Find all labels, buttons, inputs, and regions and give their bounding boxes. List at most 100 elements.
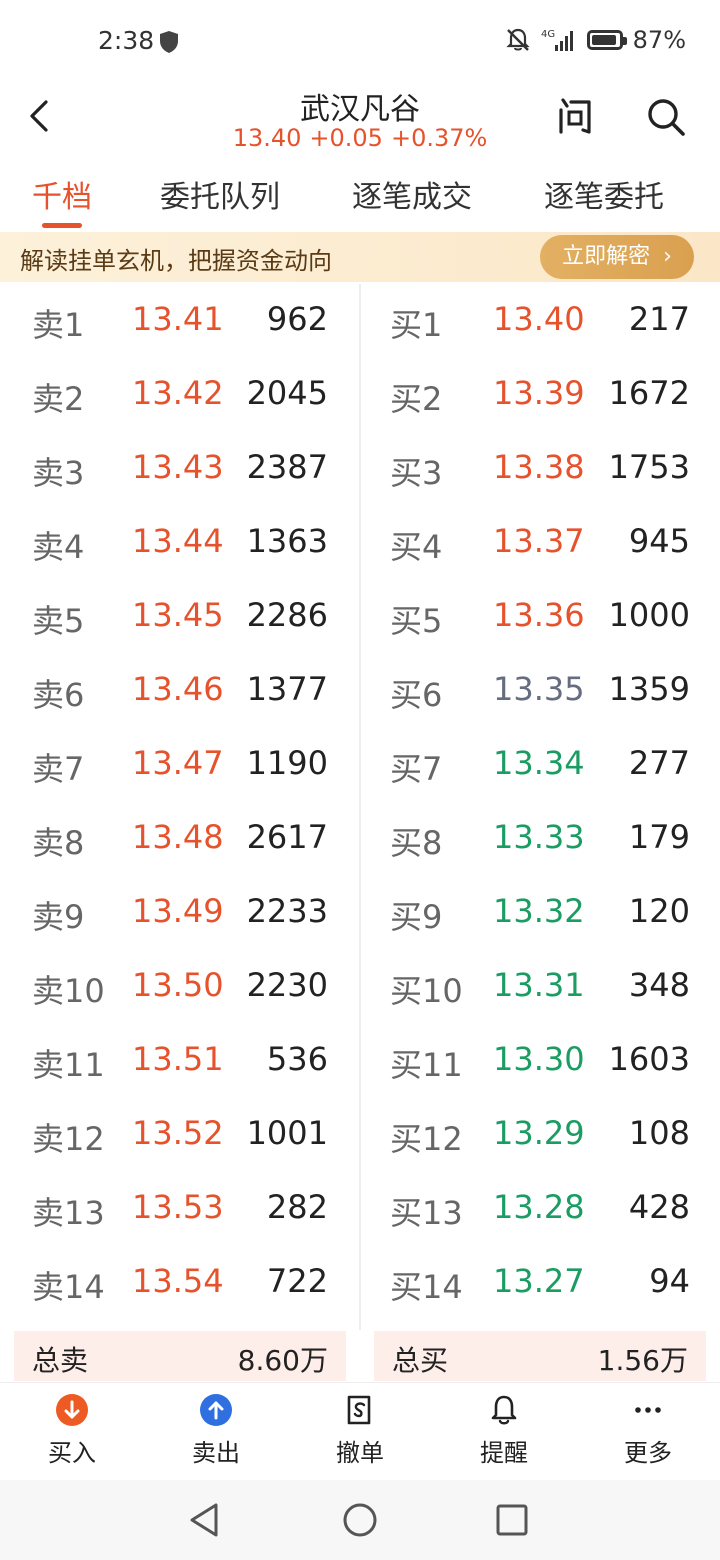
buy-level-label: 买11	[390, 1046, 463, 1084]
cancel-order-button[interactable]: 撤单	[310, 1393, 410, 1468]
sell-row[interactable]: 卖4 13.44 1363	[0, 506, 358, 580]
buy-row[interactable]: 买10 13.31 348	[360, 950, 720, 1024]
buy-row[interactable]: 买5 13.36 1000	[360, 580, 720, 654]
buy-row[interactable]: 买9 13.32 120	[360, 876, 720, 950]
sell-row[interactable]: 卖6 13.46 1377	[0, 654, 358, 728]
buy-level-label: 买6	[390, 676, 443, 714]
buy-volume: 1753	[608, 448, 690, 486]
more-button[interactable]: 更多	[598, 1393, 698, 1468]
promo-banner[interactable]: 解读挂单玄机，把握资金动向 立即解密 ›	[0, 232, 720, 282]
nav-recent-icon[interactable]	[492, 1500, 532, 1540]
tab-bar: 千档 委托队列 逐笔成交 逐笔委托	[0, 172, 720, 230]
tab-tick-trades[interactable]: 逐笔成交	[352, 172, 472, 216]
nav-home-icon[interactable]	[340, 1500, 380, 1540]
buy-button[interactable]: 买入	[22, 1393, 122, 1468]
sell-volume: 962	[266, 300, 328, 338]
system-nav-bar	[0, 1480, 720, 1560]
signal-icon: 4G	[541, 29, 573, 51]
sell-row[interactable]: 卖7 13.47 1190	[0, 728, 358, 802]
total-sell-label: 总卖	[32, 1344, 89, 1377]
stock-change: +0.05	[309, 124, 383, 152]
status-bar: 2:38 4G 87%	[0, 0, 720, 84]
more-label: 更多	[624, 1439, 672, 1467]
sell-level-label: 卖8	[32, 824, 85, 862]
buy-price: 13.39	[493, 374, 585, 412]
nav-back-icon[interactable]	[186, 1500, 226, 1540]
sell-row[interactable]: 卖10 13.50 2230	[0, 950, 358, 1024]
buy-price: 13.31	[493, 966, 585, 1004]
sell-volume: 1377	[246, 670, 328, 708]
buy-row[interactable]: 买14 13.27 94	[360, 1246, 720, 1320]
buy-volume: 1359	[608, 670, 690, 708]
sell-row[interactable]: 卖12 13.52 1001	[0, 1098, 358, 1172]
sell-volume: 2617	[246, 818, 328, 856]
sell-volume: 2286	[246, 596, 328, 634]
sell-volume: 2387	[246, 448, 328, 486]
sell-row[interactable]: 卖3 13.43 2387	[0, 432, 358, 506]
buy-label: 买入	[48, 1439, 96, 1467]
sell-level-label: 卖7	[32, 750, 85, 788]
sell-row[interactable]: 卖2 13.42 2045	[0, 358, 358, 432]
ask-question-icon[interactable]	[555, 96, 595, 136]
buy-price: 13.30	[493, 1040, 585, 1078]
total-buy-label: 总买	[392, 1344, 449, 1377]
sell-row[interactable]: 卖1 13.41 962	[0, 284, 358, 358]
sell-level-label: 卖3	[32, 454, 85, 492]
buy-level-label: 买14	[390, 1268, 463, 1306]
sell-row[interactable]: 卖8 13.48 2617	[0, 802, 358, 876]
bottom-action-bar: 买入 卖出 撤单 提醒 更多	[0, 1382, 720, 1481]
total-sell-value: 8.60万	[237, 1344, 328, 1377]
buy-row[interactable]: 买8 13.33 179	[360, 802, 720, 876]
sell-level-label: 卖12	[32, 1120, 105, 1158]
mute-bell-icon	[506, 28, 530, 51]
alert-button[interactable]: 提醒	[454, 1393, 554, 1468]
sell-price: 13.49	[132, 892, 224, 930]
tab-qiandang[interactable]: 千档	[32, 172, 92, 216]
buy-row[interactable]: 买11 13.30 1603	[360, 1024, 720, 1098]
buy-price: 13.28	[493, 1188, 585, 1226]
sell-price: 13.44	[132, 522, 224, 560]
stock-quote: 13.40 +0.05 +0.37%	[0, 124, 720, 152]
buy-price: 13.34	[493, 744, 585, 782]
decode-button[interactable]: 立即解密 ›	[540, 235, 694, 279]
status-indicators: 4G 87%	[505, 26, 686, 54]
sell-price: 13.53	[132, 1188, 224, 1226]
buy-level-label: 买5	[390, 602, 443, 640]
buy-volume: 348	[628, 966, 690, 1004]
sell-row[interactable]: 卖14 13.54 722	[0, 1246, 358, 1320]
buy-level-label: 买8	[390, 824, 443, 862]
buy-level-label: 买10	[390, 972, 463, 1010]
sell-row[interactable]: 卖5 13.45 2286	[0, 580, 358, 654]
buy-volume: 120	[628, 892, 690, 930]
sell-price: 13.52	[132, 1114, 224, 1152]
tab-order-queue[interactable]: 委托队列	[160, 172, 280, 216]
sell-level-label: 卖5	[32, 602, 85, 640]
buy-price: 13.32	[493, 892, 585, 930]
status-time: 2:38	[98, 26, 155, 55]
buy-level-label: 买13	[390, 1194, 463, 1232]
tab-tick-orders[interactable]: 逐笔委托	[544, 172, 664, 216]
buy-volume: 1603	[608, 1040, 690, 1078]
buy-price: 13.27	[493, 1262, 585, 1300]
buy-volume: 108	[628, 1114, 690, 1152]
buy-row[interactable]: 买7 13.34 277	[360, 728, 720, 802]
buy-level-label: 买1	[390, 306, 443, 344]
banner-text: 解读挂单玄机，把握资金动向	[20, 247, 332, 275]
buy-row[interactable]: 买12 13.29 108	[360, 1098, 720, 1172]
search-icon[interactable]	[645, 96, 687, 138]
sell-row[interactable]: 卖9 13.49 2233	[0, 876, 358, 950]
sell-label: 卖出	[192, 1439, 240, 1467]
sell-row[interactable]: 卖11 13.51 536	[0, 1024, 358, 1098]
sell-level-label: 卖6	[32, 676, 85, 714]
sell-button[interactable]: 卖出	[166, 1393, 266, 1468]
sell-price: 13.50	[132, 966, 224, 1004]
buy-row[interactable]: 买3 13.38 1753	[360, 432, 720, 506]
buy-row[interactable]: 买2 13.39 1672	[360, 358, 720, 432]
buy-row[interactable]: 买1 13.40 217	[360, 284, 720, 358]
buy-row[interactable]: 买4 13.37 945	[360, 506, 720, 580]
buy-row[interactable]: 买13 13.28 428	[360, 1172, 720, 1246]
sell-row[interactable]: 卖13 13.53 282	[0, 1172, 358, 1246]
cancel-order-icon	[347, 1395, 371, 1425]
buy-row[interactable]: 买6 13.35 1359	[360, 654, 720, 728]
buy-volume: 428	[628, 1188, 690, 1226]
